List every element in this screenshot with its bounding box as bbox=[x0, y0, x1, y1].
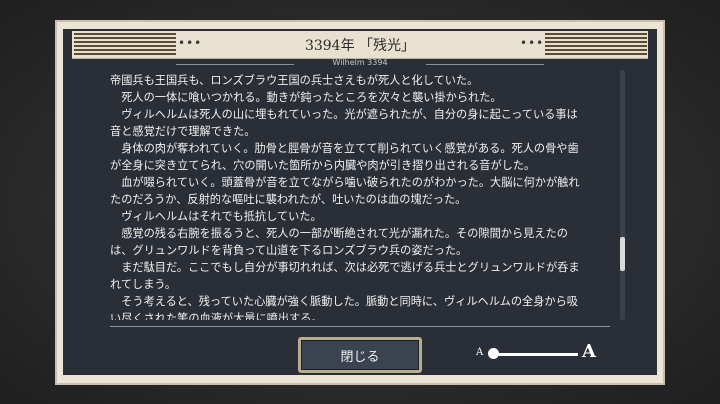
story-line: 感覚の残る右腕を振るうと、死人の一部が断絶されて光が漏れた。その隙間から見えたの bbox=[110, 227, 568, 240]
font-size-slider-knob[interactable] bbox=[488, 348, 499, 359]
story-line: 死人の一体に喰いつかれる。動きが鈍ったところを次々と襲い掛かられた。 bbox=[110, 91, 502, 104]
story-line: は、グリュンワルドを背負って山道を下るロンズブラウ兵の姿だった。 bbox=[110, 244, 468, 257]
header-dots-right: ••• bbox=[520, 36, 545, 50]
story-line: 音と感覚だけで理解できた。 bbox=[110, 125, 256, 138]
story-line: い尽くされた筈の血液が大量に噴出する。 bbox=[110, 312, 323, 320]
story-line: ヴィルヘルムは死人の山に埋もれていった。光が遮られたが、自分の身に起こっている事… bbox=[110, 108, 578, 121]
scrollbar-thumb[interactable] bbox=[620, 237, 625, 271]
story-line: ヴィルヘルムはそれでも抵抗していた。 bbox=[110, 210, 322, 223]
close-button-label: 閉じる bbox=[340, 349, 380, 365]
story-line: 帝國兵も王国兵も、ロンズブラウ王国の兵士さえもが死人と化していた。 bbox=[110, 74, 479, 87]
story-line: 身体の肉が奪われていく。肋骨と脛骨が音を立てて削られていく感覚がある。死人の骨や… bbox=[110, 142, 579, 155]
header-stripes-right bbox=[545, 33, 647, 57]
font-size-small-icon: A bbox=[476, 347, 484, 358]
header-stripes-left bbox=[74, 33, 176, 57]
font-size-large-icon: A bbox=[582, 341, 596, 362]
story-line: まだ駄目だ。ここでもし自分が事切れれば、次は必死で逃げる兵士とグリュンワルドが呑… bbox=[110, 261, 580, 274]
content-divider bbox=[110, 326, 610, 327]
story-line: そう考えると、残っていた心臓が強く脈動した。脈動と同時に、ヴィルヘルムの全身から… bbox=[110, 295, 578, 308]
scrollbar-track[interactable] bbox=[620, 70, 625, 320]
story-line: 血が啜られていく。頭蓋骨が音を立てながら噛い破られたのがわかった。大脳に何かが触… bbox=[110, 176, 580, 189]
story-line: たのだろうか、反射的な嘔吐に襲われたが、吐いたのは血の塊だった。 bbox=[110, 193, 467, 206]
chapter-subtitle: Wilhelm 3394 bbox=[332, 58, 388, 67]
font-size-slider[interactable] bbox=[492, 353, 578, 356]
subtitle-row: Wilhelm 3394 bbox=[176, 58, 544, 70]
story-line: れてしまう。 bbox=[110, 278, 177, 291]
story-line: が全身に突き立てられ、穴の開いた箇所から内臓や肉が引き摺り出される音がした。 bbox=[110, 159, 536, 172]
story-text[interactable]: 帝國兵も王国兵も、ロンズブラウ王国の兵士さえもが死人と化していた。 死人の一体に… bbox=[110, 72, 610, 320]
chapter-title: 3394年 「残光」 bbox=[304, 38, 416, 54]
subtitle-rule-right bbox=[426, 64, 544, 65]
close-button[interactable]: 閉じる bbox=[298, 337, 422, 373]
header-dots-left: ••• bbox=[178, 36, 203, 50]
